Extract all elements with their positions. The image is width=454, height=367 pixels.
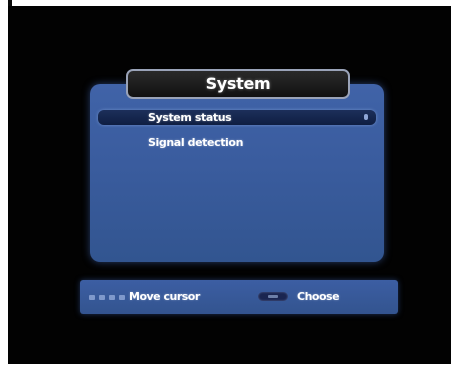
arrow-right-icon — [99, 294, 105, 300]
help-choose-label: Choose — [297, 290, 340, 303]
arrow-left-icon — [89, 294, 95, 300]
help-bar — [80, 280, 398, 314]
help-move-cursor-label: Move cursor — [129, 290, 200, 303]
dpad-arrows-icon — [89, 293, 125, 301]
menu-item-signal-detection[interactable]: Signal detection — [98, 135, 376, 150]
menu-item-label: Signal detection — [148, 136, 244, 149]
menu-title: System — [126, 69, 350, 99]
arrow-up-icon — [109, 294, 115, 300]
submenu-arrow-icon — [364, 114, 368, 120]
menu-item-system-status[interactable]: System status — [98, 110, 376, 125]
ok-button-icon — [258, 292, 288, 301]
menu-item-label: System status — [148, 111, 232, 124]
arrow-down-icon — [119, 294, 125, 300]
